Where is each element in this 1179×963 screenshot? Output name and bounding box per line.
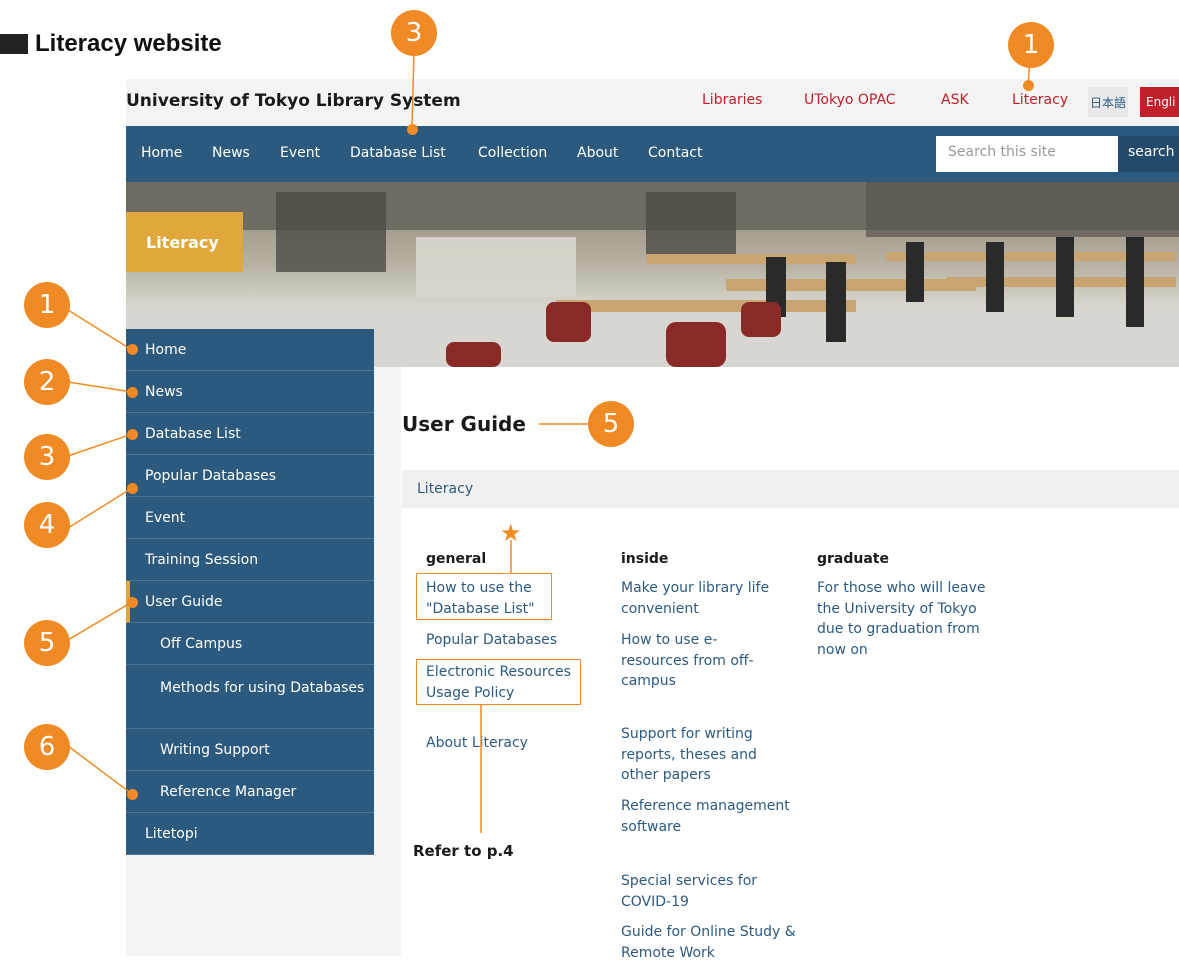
highlight-box-database-list-guide [416,573,552,620]
annotation-dot [1023,80,1034,91]
annotation-leader-lines [67,49,1031,833]
annotation-dot [127,483,138,494]
reference-note: Refer to p.4 [413,842,514,860]
annotation-dot [127,387,138,398]
star-icon: ★ [500,519,522,547]
annotation-number-3: 3 [24,434,70,480]
annotation-number-1: 1 [24,282,70,328]
annotation-dot [127,344,138,355]
annotation-dot [407,124,418,135]
annotation-dot [127,789,138,800]
annotation-number-4: 4 [24,502,70,548]
annotation-number-3-top: 3 [391,10,437,56]
annotation-number-5: 5 [24,620,70,666]
highlight-box-usage-policy [416,659,581,705]
annotation-dot [127,429,138,440]
annotation-number-6: 6 [24,724,70,770]
annotation-number-5-title: 5 [588,401,634,447]
annotation-number-2: 2 [24,359,70,405]
annotation-number-1-top: 1 [1008,22,1054,68]
annotation-dot [127,597,138,608]
